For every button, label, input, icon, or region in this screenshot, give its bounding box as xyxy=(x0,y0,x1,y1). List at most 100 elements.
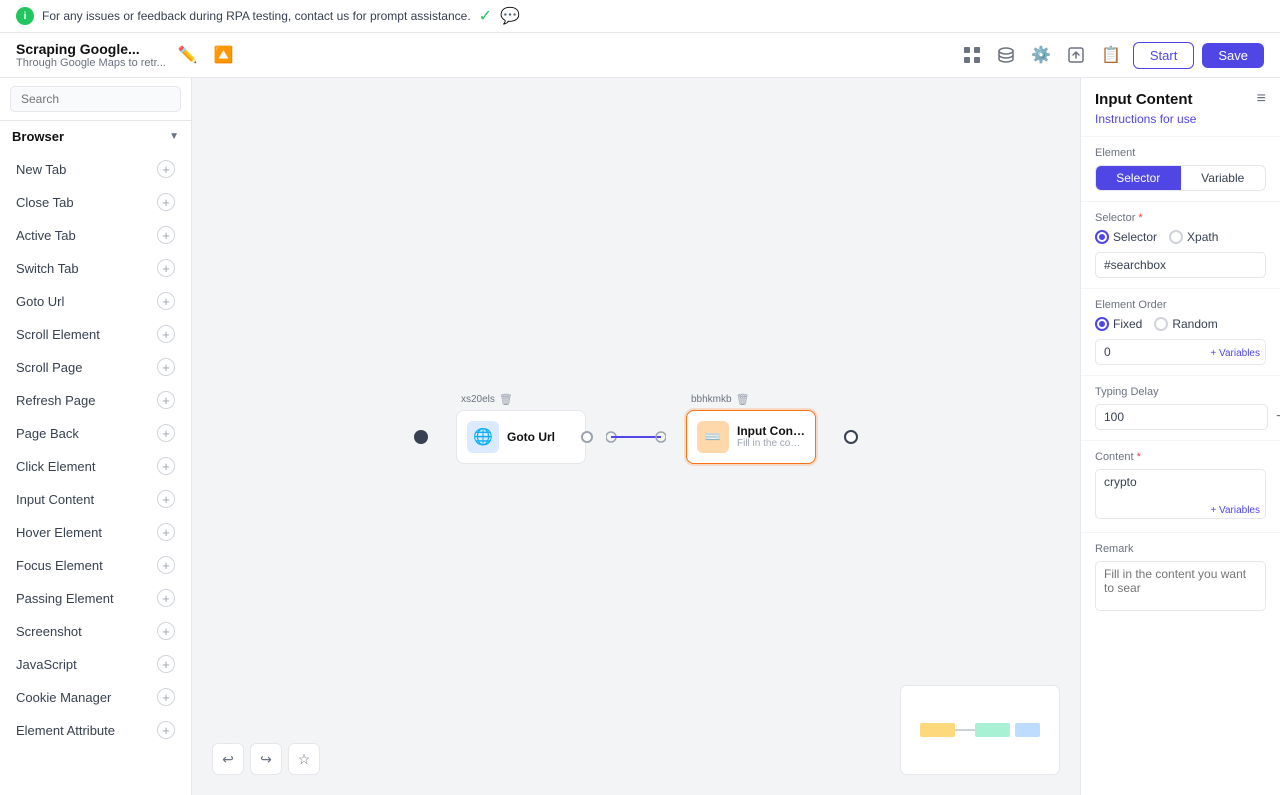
add-element-attribute-button[interactable]: + xyxy=(157,721,175,739)
sidebar-item-close-tab[interactable]: Close Tab + xyxy=(4,186,187,218)
input-content-node[interactable]: ⌨️ Input Content Fill in the cont... xyxy=(686,410,816,464)
goto-url-node-wrapper: xs20els 🗑 🌐 Goto Url xyxy=(456,410,586,464)
sidebar-item-page-back[interactable]: Page Back + xyxy=(4,417,187,449)
selector-radio-circle xyxy=(1095,230,1109,244)
edit-icon[interactable]: ✏️ xyxy=(174,41,202,69)
save-button[interactable]: Save xyxy=(1202,43,1264,68)
sidebar-item-input-content[interactable]: Input Content + xyxy=(4,483,187,515)
node1-name: Goto Url xyxy=(507,430,575,444)
sidebar-item-active-tab[interactable]: Active Tab + xyxy=(4,219,187,251)
sidebar-item-refresh-page[interactable]: Refresh Page + xyxy=(4,384,187,416)
xpath-radio-item[interactable]: Xpath xyxy=(1169,230,1218,244)
add-passing-element-button[interactable]: + xyxy=(157,589,175,607)
sidebar-item-screenshot[interactable]: Screenshot + xyxy=(4,615,187,647)
variable-toggle-button[interactable]: Variable xyxy=(1181,166,1266,190)
remark-textarea[interactable] xyxy=(1095,561,1266,611)
end-dot xyxy=(844,430,858,444)
settings-icon[interactable]: ⚙️ xyxy=(1027,41,1055,69)
sidebar-item-scroll-element[interactable]: Scroll Element + xyxy=(4,318,187,350)
fixed-radio-label: Fixed xyxy=(1113,317,1142,331)
add-scroll-page-button[interactable]: + xyxy=(157,358,175,376)
sidebar-item-click-element[interactable]: Click Element + xyxy=(4,450,187,482)
add-page-back-button[interactable]: + xyxy=(157,424,175,442)
order-variables-link[interactable]: + Variables xyxy=(1210,348,1260,359)
clipboard-icon[interactable]: 📋 xyxy=(1097,41,1125,69)
sidebar-item-scroll-page[interactable]: Scroll Page + xyxy=(4,351,187,383)
element-toggle: Selector Variable xyxy=(1095,165,1266,191)
random-radio-item[interactable]: Random xyxy=(1154,317,1217,331)
add-scroll-element-button[interactable]: + xyxy=(157,325,175,343)
selector-radio-item[interactable]: Selector xyxy=(1095,230,1157,244)
sidebar-item-label: Element Attribute xyxy=(16,723,157,738)
typing-delay-section: Typing Delay − + xyxy=(1081,375,1280,440)
sidebar-item-javascript[interactable]: JavaScript + xyxy=(4,648,187,680)
database-icon[interactable] xyxy=(993,42,1019,68)
add-refresh-page-button[interactable]: + xyxy=(157,391,175,409)
browser-section-header[interactable]: Browser ▼ xyxy=(0,121,191,152)
delete-node1-button[interactable]: 🗑 xyxy=(499,393,513,406)
xpath-radio-label: Xpath xyxy=(1187,230,1218,244)
sidebar-item-label: Scroll Element xyxy=(16,327,157,342)
element-label: Element xyxy=(1095,147,1266,159)
add-hover-element-button[interactable]: + xyxy=(157,523,175,541)
add-input-content-button[interactable]: + xyxy=(157,490,175,508)
typing-delay-input[interactable] xyxy=(1095,404,1268,430)
right-panel-menu-button[interactable]: ≡ xyxy=(1257,90,1266,108)
redo-button[interactable]: ↪ xyxy=(250,743,282,775)
canvas-toolbar: ↩ ↪ ☆ xyxy=(212,743,320,775)
typing-delay-row: − + xyxy=(1095,404,1266,430)
sidebar-item-label: Screenshot xyxy=(16,624,157,639)
sidebar-item-label: Hover Element xyxy=(16,525,157,540)
sidebar-item-passing-element[interactable]: Passing Element + xyxy=(4,582,187,614)
discord-icon: 💬 xyxy=(500,6,520,26)
content-section: Content crypto + Variables xyxy=(1081,440,1280,532)
selector-toggle-button[interactable]: Selector xyxy=(1096,166,1181,190)
instructions-link[interactable]: Instructions for use xyxy=(1081,112,1280,136)
start-button[interactable]: Start xyxy=(1133,42,1194,69)
browser-section-label: Browser xyxy=(12,129,64,144)
sidebar-item-switch-tab[interactable]: Switch Tab + xyxy=(4,252,187,284)
content-variables-link[interactable]: + Variables xyxy=(1210,505,1260,516)
sidebar-item-label: Refresh Page xyxy=(16,393,157,408)
sidebar-item-new-tab[interactable]: New Tab + xyxy=(4,153,187,185)
toolbar-right: ⚙️ 📋 Start Save xyxy=(959,41,1264,69)
canvas[interactable]: xs20els 🗑 🌐 Goto Url xyxy=(192,78,1080,795)
add-new-tab-button[interactable]: + xyxy=(157,160,175,178)
selector-label: Selector xyxy=(1095,212,1266,224)
export-icon[interactable] xyxy=(1063,42,1089,68)
start-dot xyxy=(414,430,428,444)
sidebar-item-hover-element[interactable]: Hover Element + xyxy=(4,516,187,548)
sidebar-item-goto-url[interactable]: Goto Url + xyxy=(4,285,187,317)
undo-button[interactable]: ↩ xyxy=(212,743,244,775)
add-goto-url-button[interactable]: + xyxy=(157,292,175,310)
goto-url-icon: 🌐 xyxy=(467,421,499,453)
search-input[interactable] xyxy=(10,86,181,112)
selector-input[interactable] xyxy=(1095,252,1266,278)
add-close-tab-button[interactable]: + xyxy=(157,193,175,211)
sidebar: Browser ▼ New Tab + Close Tab + Active T… xyxy=(0,78,192,795)
grid-icon[interactable] xyxy=(959,42,985,68)
add-focus-element-button[interactable]: + xyxy=(157,556,175,574)
goto-url-node[interactable]: 🌐 Goto Url xyxy=(456,410,586,464)
add-cookie-manager-button[interactable]: + xyxy=(157,688,175,706)
typing-delay-label: Typing Delay xyxy=(1095,386,1266,398)
add-active-tab-button[interactable]: + xyxy=(157,226,175,244)
selector-section: Selector Selector Xpath xyxy=(1081,201,1280,288)
add-switch-tab-button[interactable]: + xyxy=(157,259,175,277)
element-order-section: Element Order Fixed Random + Variables xyxy=(1081,288,1280,375)
flow-area: xs20els 🗑 🌐 Goto Url xyxy=(414,410,858,464)
sidebar-item-element-attribute[interactable]: Element Attribute + xyxy=(4,714,187,746)
collapse-icon[interactable]: 🔼 xyxy=(210,41,238,69)
add-screenshot-button[interactable]: + xyxy=(157,622,175,640)
sidebar-item-label: Active Tab xyxy=(16,228,157,243)
delete-node2-button[interactable]: 🗑 xyxy=(736,393,750,406)
star-button[interactable]: ☆ xyxy=(288,743,320,775)
sidebar-item-label: Input Content xyxy=(16,492,157,507)
add-javascript-button[interactable]: + xyxy=(157,655,175,673)
remark-section: Remark xyxy=(1081,532,1280,624)
fixed-radio-item[interactable]: Fixed xyxy=(1095,317,1142,331)
sidebar-item-focus-element[interactable]: Focus Element + xyxy=(4,549,187,581)
add-click-element-button[interactable]: + xyxy=(157,457,175,475)
typing-delay-decrement-button[interactable]: − xyxy=(1274,408,1280,426)
sidebar-item-cookie-manager[interactable]: Cookie Manager + xyxy=(4,681,187,713)
